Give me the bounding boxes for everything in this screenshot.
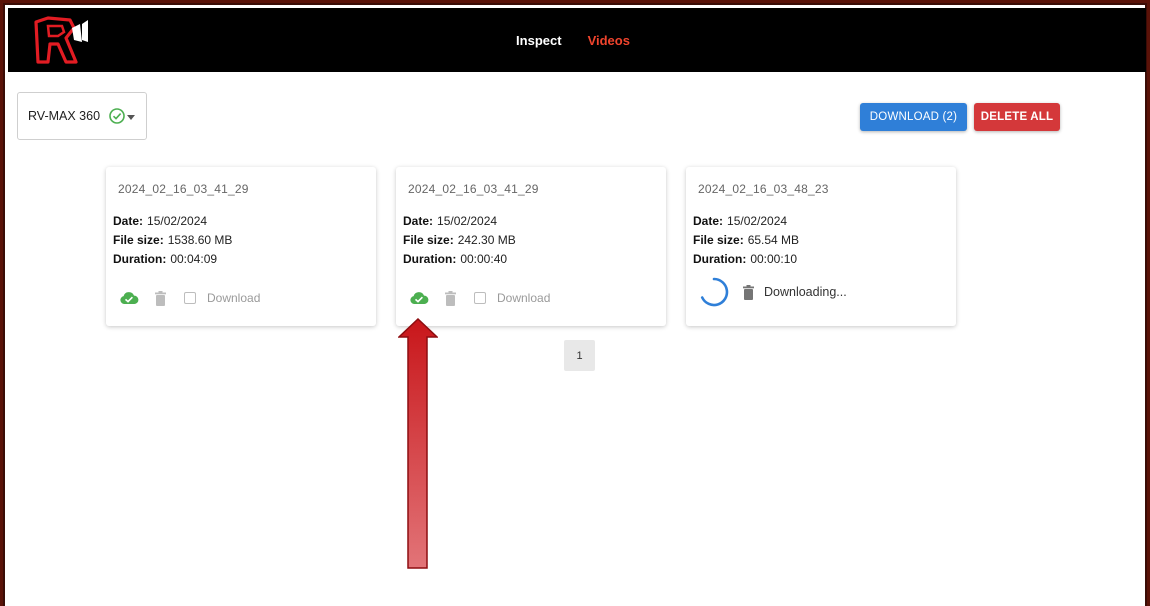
video-card: 2024_02_16_03_41_29 Date: 15/02/2024 File… <box>396 167 666 326</box>
download-status: Downloading... <box>764 285 847 299</box>
video-date: Date: 15/02/2024 <box>693 214 788 228</box>
video-file-size: File size: 242.30 MB <box>403 233 516 247</box>
video-card: 2024_02_16_03_48_23 Date: 15/02/2024 File… <box>686 167 956 326</box>
trash-icon[interactable] <box>445 290 456 306</box>
main-nav: Inspect Videos <box>8 8 1146 72</box>
video-duration: Duration: 00:00:10 <box>693 252 798 266</box>
video-actions: Download <box>409 287 550 309</box>
video-name: 2024_02_16_03_48_23 <box>698 182 829 196</box>
loading-spinner-icon <box>700 277 729 307</box>
download-checkbox[interactable] <box>184 292 196 304</box>
download-checkbox[interactable] <box>474 292 486 304</box>
cloud-done-icon <box>410 292 429 304</box>
nav-inspect[interactable]: Inspect <box>516 33 562 48</box>
video-file-size: File size: 65.54 MB <box>693 233 800 247</box>
video-actions: Download <box>119 287 260 309</box>
video-date: Date: 15/02/2024 <box>113 214 208 228</box>
nav-videos[interactable]: Videos <box>588 33 630 48</box>
annotation-arrow-icon <box>398 318 438 569</box>
trash-icon[interactable] <box>743 284 754 300</box>
cloud-done-icon <box>120 292 139 304</box>
download-checkbox-label: Download <box>207 291 261 305</box>
device-selector-value: RV-MAX 360 <box>28 109 101 123</box>
video-card: 2024_02_16_03_41_29 Date: 15/02/2024 File… <box>106 167 376 326</box>
download-selected-button[interactable]: DOWNLOAD (2) <box>860 103 967 131</box>
video-date: Date: 15/02/2024 <box>403 214 498 228</box>
delete-all-button[interactable]: DELETE ALL <box>974 103 1060 131</box>
top-bar: Inspect Videos <box>8 8 1146 72</box>
video-duration: Duration: 00:04:09 <box>113 252 218 266</box>
device-selector[interactable]: RV-MAX 360 <box>17 92 147 140</box>
trash-icon[interactable] <box>155 290 166 306</box>
video-file-size: File size: 1538.60 MB <box>113 233 233 247</box>
video-actions: Downloading... <box>699 277 847 307</box>
pagination-page-1[interactable]: 1 <box>564 340 595 371</box>
video-name: 2024_02_16_03_41_29 <box>408 182 539 196</box>
video-name: 2024_02_16_03_41_29 <box>118 182 249 196</box>
chevron-down-icon <box>127 115 135 120</box>
video-duration: Duration: 00:00:40 <box>403 252 508 266</box>
check-circle-icon <box>109 108 125 124</box>
download-checkbox-label: Download <box>497 291 551 305</box>
